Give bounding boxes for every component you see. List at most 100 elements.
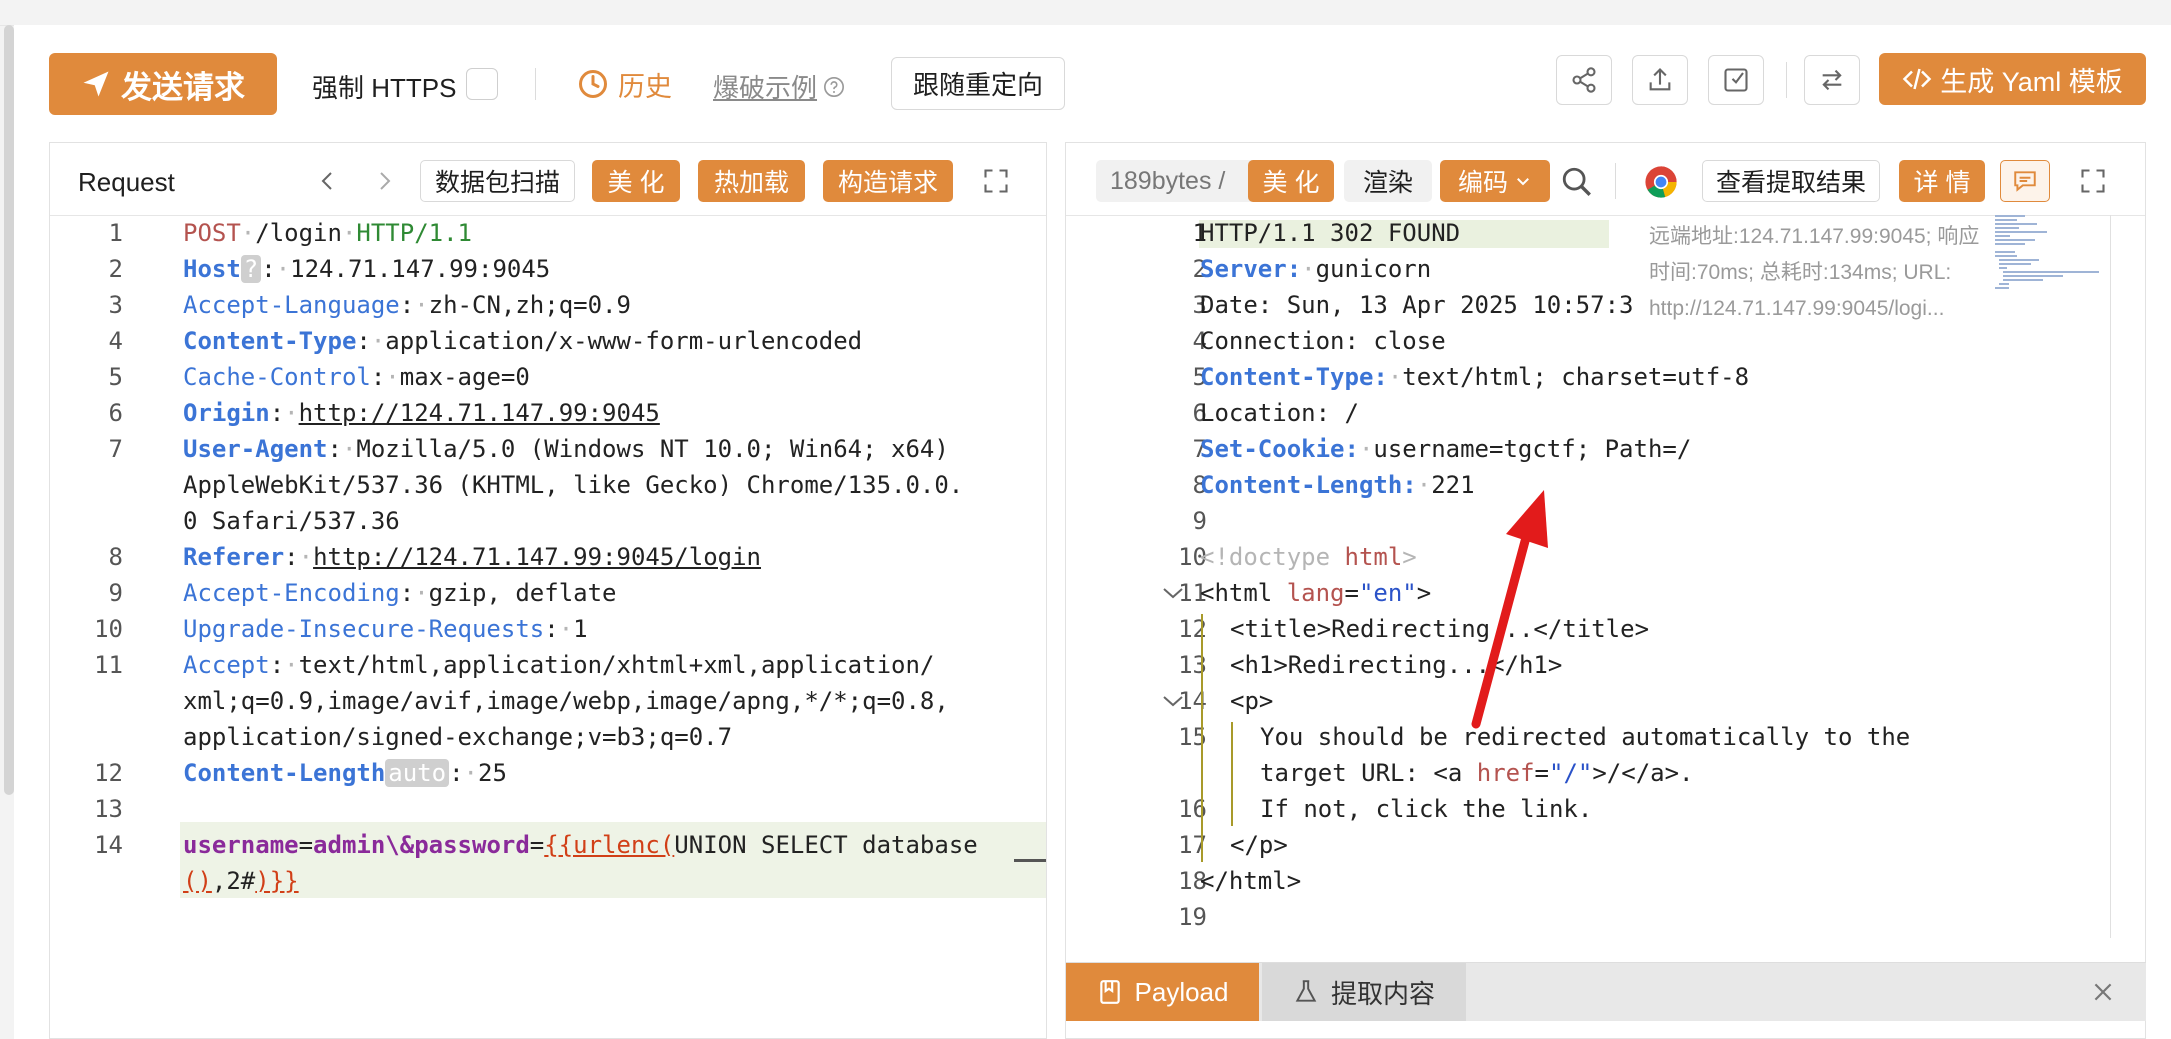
line-number: 2 (1192, 255, 1207, 283)
code-line: </p> (1230, 831, 1288, 859)
bookmark-icon (1099, 980, 1120, 1004)
line-number: 13 (94, 795, 123, 823)
view-extract-button[interactable]: 查看提取结果 (1702, 160, 1880, 202)
burst-example-label: 爆破示例 (713, 73, 818, 103)
force-https-checkbox[interactable] (466, 68, 498, 100)
code-line: You should be redirected automatically t… (1260, 723, 1911, 751)
code-line: Host?:·124.71.147.99:9045 (183, 255, 551, 283)
build-request-button[interactable]: 构造请求 (823, 160, 953, 202)
swap-button[interactable] (1804, 55, 1860, 105)
line-number: 1 (1192, 219, 1207, 247)
code-line: POST·/login·HTTP/1.1 (183, 219, 472, 247)
clock-icon (579, 70, 607, 98)
search-icon[interactable] (1560, 165, 1594, 199)
line-number: 6 (108, 399, 123, 427)
line-number: 9 (1192, 507, 1207, 535)
line-number: 18 (1178, 867, 1207, 895)
tab-payload[interactable]: Payload (1066, 963, 1259, 1021)
fold-chevron-icon[interactable] (1161, 691, 1185, 711)
line-number: 12 (94, 759, 123, 787)
code-line: Content-Length auto:·25 (183, 759, 507, 787)
expand-icon[interactable] (2079, 167, 2107, 195)
chevron-left-icon[interactable] (316, 167, 340, 195)
packet-scan-label: 数据包扫描 (434, 169, 560, 197)
history-button[interactable]: 历史 (578, 66, 672, 102)
editor-cursor-marker (1014, 859, 1046, 862)
line-number: 8 (1192, 471, 1207, 499)
close-icon[interactable] (2090, 979, 2116, 1005)
toolbar-divider (1786, 62, 1787, 98)
line-number: 9 (108, 579, 123, 607)
line-number: 10 (1178, 543, 1207, 571)
send-request-button[interactable]: 发送请求 (49, 53, 277, 115)
render-button[interactable]: 渲染 (1344, 160, 1432, 202)
line-number: 5 (1192, 363, 1207, 391)
request-beautify-label: 美 化 (607, 169, 665, 197)
chevron-right-icon[interactable] (372, 167, 396, 195)
code-line: <p> (1230, 687, 1274, 715)
code-minimap[interactable] (1995, 215, 2105, 295)
code-line: (),2#)}} (183, 867, 299, 895)
tab-extract-content[interactable]: 提取内容 (1262, 963, 1466, 1021)
hot-load-label: 热加载 (713, 169, 789, 197)
page-scrollbar[interactable] (4, 25, 14, 795)
code-line: Server:·gunicorn (1200, 255, 1432, 283)
line-number: 1 (108, 219, 123, 247)
expand-icon[interactable] (982, 167, 1010, 195)
download-icon (1724, 68, 1748, 92)
share-button[interactable] (1556, 55, 1612, 105)
host-help-badge[interactable]: ? (240, 255, 262, 283)
chrome-icon[interactable] (1644, 165, 1678, 199)
line-number: 4 (108, 327, 123, 355)
annotation-arrow (1471, 490, 1548, 729)
encode-dropdown[interactable]: 编码 (1440, 160, 1550, 202)
send-icon (83, 71, 109, 97)
code-line: Accept-Encoding:·gzip, deflate (183, 579, 617, 607)
comment-icon (2014, 171, 2036, 192)
comment-button[interactable] (2000, 160, 2050, 202)
content-length-auto-badge[interactable]: auto (385, 759, 450, 787)
packet-scan-button[interactable]: 数据包扫描 (420, 160, 575, 202)
import-button[interactable] (1708, 55, 1764, 105)
code-line: xml;q=0.9,image/avif,image/webp,image/ap… (183, 687, 949, 715)
code-line: Accept:·text/html,application/xhtml+xml,… (183, 651, 935, 679)
remote-address-info: 远端地址:124.71.147.99:9045; 响应时间:70ms; 总耗时:… (1649, 225, 1980, 320)
indent-guide (1201, 614, 1203, 862)
code-line: User-Agent:·Mozilla/5.0 (Windows NT 10.0… (183, 435, 949, 463)
code-line: Accept-Language:·zh-CN,zh;q=0.9 (183, 291, 631, 319)
history-label: 历史 (618, 71, 672, 102)
line-number: 13 (1178, 651, 1207, 679)
code-line: 0 Safari/537.36 (183, 507, 400, 535)
export-button[interactable] (1632, 55, 1688, 105)
chevron-down-icon (1517, 178, 1529, 186)
request-panel-header: Request 数据包扫描 美 化 热加载 构造请求 (50, 143, 1046, 216)
generate-yaml-button[interactable]: 生成 Yaml 模板 (1879, 53, 2146, 105)
code-line: target URL: <a href="/">/</a>. (1260, 759, 1694, 787)
line-number: 8 (108, 543, 123, 571)
minimap-divider (2110, 215, 2111, 938)
line-number: 12 (1178, 615, 1207, 643)
line-number: 6 (1192, 399, 1207, 427)
response-size-label: 189bytes / (1110, 166, 1226, 195)
tab-payload-label: Payload (1134, 976, 1229, 1007)
code-line: </html> (1200, 867, 1302, 895)
line-number: 16 (1178, 795, 1207, 823)
code-line: AppleWebKit/537.36 (KHTML, like Gecko) C… (183, 471, 964, 499)
line-number: 7 (1192, 435, 1207, 463)
fold-chevron-icon[interactable] (1161, 583, 1185, 603)
response-beautify-button[interactable]: 美 化 (1248, 160, 1334, 202)
share-icon (1572, 67, 1596, 93)
line-number: 3 (108, 291, 123, 319)
follow-redirect-button[interactable]: 跟随重定向 (891, 57, 1065, 110)
detail-button[interactable]: 详 情 (1899, 160, 1985, 202)
code-line: username=admin\&password={{urlenc(UNION … (183, 831, 978, 859)
send-request-label: 发送请求 (121, 69, 245, 105)
request-beautify-button[interactable]: 美 化 (592, 160, 680, 202)
bottom-tab-bar: Payload 提取内容 (1066, 962, 2146, 1021)
tab-extract-label: 提取内容 (1330, 978, 1435, 1009)
build-request-label: 构造请求 (837, 169, 938, 197)
line-number: 3 (1192, 291, 1207, 319)
code-line: Content-Type:·application/x-www-form-url… (183, 327, 863, 355)
burst-example-link[interactable]: 爆破示例 (713, 68, 845, 105)
hot-load-button[interactable]: 热加载 (698, 160, 805, 202)
